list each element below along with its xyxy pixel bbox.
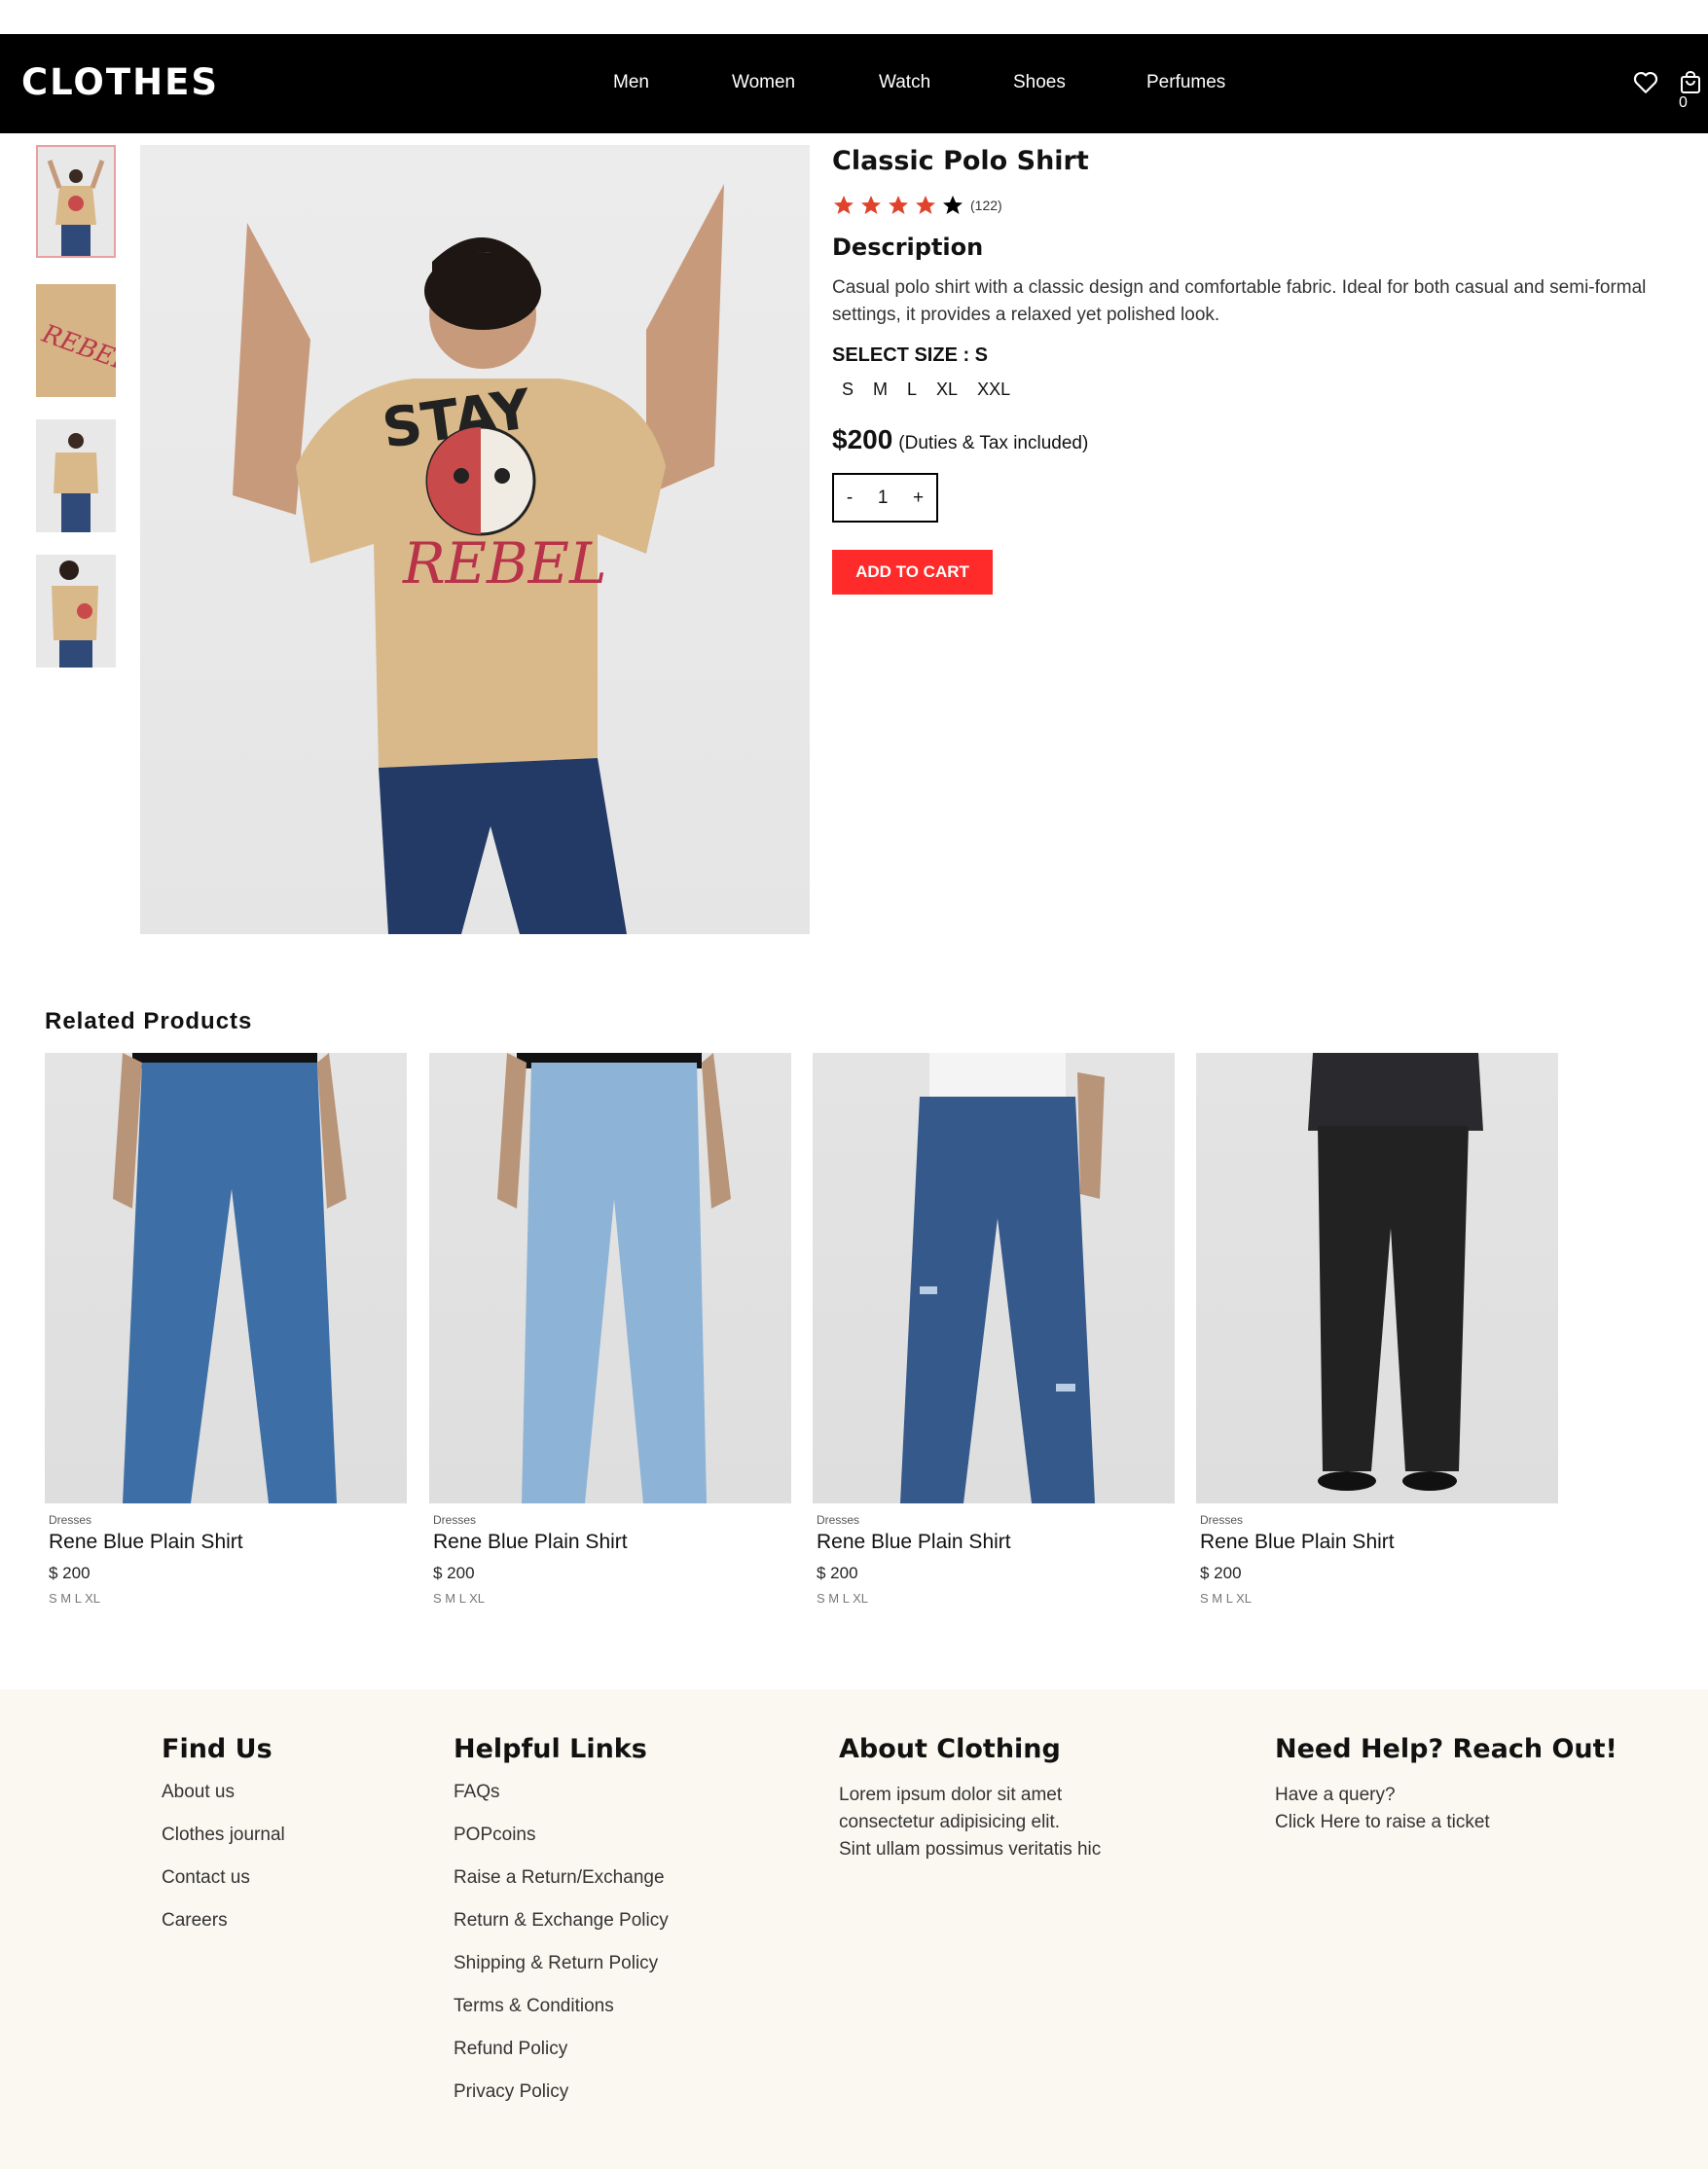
- qty-decrease-button[interactable]: -: [847, 488, 853, 509]
- related-product-price: $ 200: [1200, 1564, 1242, 1582]
- product-thumbnail-4[interactable]: [36, 555, 116, 668]
- footer-link-about-us[interactable]: About us: [162, 1782, 285, 1803]
- footer-heading: Find Us: [162, 1734, 273, 1764]
- footer-helpful-links: Helpful Links FAQs POPcoins Raise a Retu…: [454, 1734, 669, 2124]
- footer-link-privacy-policy[interactable]: Privacy Policy: [454, 2081, 669, 2103]
- related-product-image[interactable]: [429, 1053, 791, 1503]
- footer-link-faqs[interactable]: FAQs: [454, 1782, 669, 1803]
- footer-link-clothes-journal[interactable]: Clothes journal: [162, 1825, 285, 1846]
- footer-link-return-policy[interactable]: Return & Exchange Policy: [454, 1910, 669, 1932]
- footer-heading: Need Help? Reach Out!: [1275, 1734, 1617, 1764]
- related-product-sizes: S M L XL: [817, 1591, 868, 1606]
- related-product-name[interactable]: Rene Blue Plain Shirt: [49, 1531, 407, 1554]
- product-thumbnail-1[interactable]: [36, 145, 116, 258]
- footer-heading: About Clothing: [839, 1734, 1061, 1764]
- related-product-image[interactable]: [45, 1053, 407, 1503]
- heart-icon[interactable]: [1633, 71, 1658, 94]
- footer-heading: Helpful Links: [454, 1734, 647, 1764]
- footer-link-careers[interactable]: Careers: [162, 1910, 285, 1932]
- footer-help: Need Help? Reach Out! Have a query? Clic…: [1275, 1734, 1617, 1836]
- size-option-xl[interactable]: XL: [927, 380, 967, 400]
- related-product-price: $ 200: [49, 1564, 91, 1582]
- quantity-stepper: - 1 +: [832, 473, 938, 523]
- nav-watch[interactable]: Watch: [879, 72, 930, 93]
- size-option-s[interactable]: S: [832, 380, 863, 400]
- related-product-category: Dresses: [817, 1513, 860, 1527]
- footer-find-us: Find Us About us Clothes journal Contact…: [162, 1734, 285, 1953]
- related-product-sizes: S M L XL: [1200, 1591, 1252, 1606]
- footer-about-line: Sint ullam possimus veritatis hic: [839, 1839, 1102, 1860]
- star-icon: [861, 196, 881, 214]
- footer-help-line: Have a query?: [1275, 1785, 1396, 1805]
- related-product-name[interactable]: Rene Blue Plain Shirt: [433, 1531, 791, 1554]
- product-thumbnail-3[interactable]: [36, 419, 116, 532]
- product-thumbnail-2[interactable]: REBEL: [36, 284, 116, 397]
- product-description: Casual polo shirt with a classic design …: [832, 277, 1647, 325]
- cart-count: 0: [1679, 94, 1688, 111]
- product-main-image[interactable]: STAY REBEL: [140, 145, 810, 934]
- qty-value[interactable]: 1: [878, 488, 889, 509]
- add-to-cart-button[interactable]: ADD TO CART: [832, 550, 993, 595]
- related-product-card-4[interactable]: Dresses Rene Blue Plain Shirt $ 200 S M …: [1196, 1053, 1558, 1606]
- qty-increase-button[interactable]: +: [913, 488, 924, 509]
- footer-link-shipping-policy[interactable]: Shipping & Return Policy: [454, 1953, 669, 1974]
- related-product-category: Dresses: [1200, 1513, 1244, 1527]
- related-product-card-3[interactable]: Dresses Rene Blue Plain Shirt $ 200 S M …: [813, 1053, 1175, 1606]
- footer-raise-ticket-link[interactable]: Click Here to raise a ticket: [1275, 1809, 1617, 1836]
- related-product-card-1[interactable]: Dresses Rene Blue Plain Shirt $ 200 S M …: [45, 1053, 407, 1606]
- related-heading: Related Products: [45, 1008, 253, 1034]
- footer-link-raise-return[interactable]: Raise a Return/Exchange: [454, 1867, 669, 1889]
- review-count: (122): [970, 198, 1002, 213]
- site-header: CLOTHES Men Women Watch Shoes Perfumes 0: [0, 34, 1708, 133]
- related-product-name[interactable]: Rene Blue Plain Shirt: [817, 1531, 1175, 1554]
- site-footer: Find Us About us Clothes journal Contact…: [0, 1689, 1708, 2169]
- product-price: $200 (Duties & Tax included): [832, 424, 1088, 455]
- price-value: $200: [832, 424, 893, 454]
- size-option-l[interactable]: L: [897, 380, 927, 400]
- footer-link-terms[interactable]: Terms & Conditions: [454, 1996, 669, 2017]
- nav-men[interactable]: Men: [613, 72, 649, 93]
- svg-text:REBEL: REBEL: [402, 530, 607, 596]
- related-product-price: $ 200: [433, 1564, 475, 1582]
- size-option-m[interactable]: M: [863, 380, 897, 400]
- related-product-category: Dresses: [49, 1513, 92, 1527]
- description-heading: Description: [832, 234, 984, 261]
- footer-about: About Clothing Lorem ipsum dolor sit ame…: [839, 1734, 1101, 1863]
- footer-link-contact-us[interactable]: Contact us: [162, 1867, 285, 1889]
- related-product-image[interactable]: [1196, 1053, 1558, 1503]
- nav-shoes[interactable]: Shoes: [1013, 72, 1066, 93]
- footer-link-popcoins[interactable]: POPcoins: [454, 1825, 669, 1846]
- product-title: Classic Polo Shirt: [832, 146, 1089, 176]
- related-product-sizes: S M L XL: [433, 1591, 485, 1606]
- star-icon: [889, 196, 908, 214]
- related-product-name[interactable]: Rene Blue Plain Shirt: [1200, 1531, 1558, 1554]
- shopping-bag-icon[interactable]: [1680, 71, 1701, 94]
- nav-women[interactable]: Women: [732, 72, 795, 93]
- footer-about-line: consectetur adipisicing elit.: [839, 1812, 1061, 1832]
- product-rating: (122): [832, 194, 1002, 217]
- footer-about-line: Lorem ipsum dolor sit amet: [839, 1785, 1063, 1805]
- size-option-xxl[interactable]: XXL: [967, 380, 1020, 400]
- related-product-sizes: S M L XL: [49, 1591, 100, 1606]
- size-selector: S M L XL XXL: [832, 380, 1020, 400]
- related-product-price: $ 200: [817, 1564, 858, 1582]
- site-logo[interactable]: CLOTHES: [21, 61, 219, 103]
- related-product-image[interactable]: [813, 1053, 1175, 1503]
- footer-link-refund-policy[interactable]: Refund Policy: [454, 2039, 669, 2060]
- size-heading: SELECT SIZE : S: [832, 344, 989, 366]
- star-icon: [943, 196, 963, 214]
- star-icon: [916, 196, 935, 214]
- related-product-card-2[interactable]: Dresses Rene Blue Plain Shirt $ 200 S M …: [429, 1053, 791, 1606]
- price-note: (Duties & Tax included): [898, 433, 1089, 453]
- related-product-category: Dresses: [433, 1513, 477, 1527]
- nav-perfumes[interactable]: Perfumes: [1146, 72, 1225, 93]
- star-icon: [834, 196, 854, 214]
